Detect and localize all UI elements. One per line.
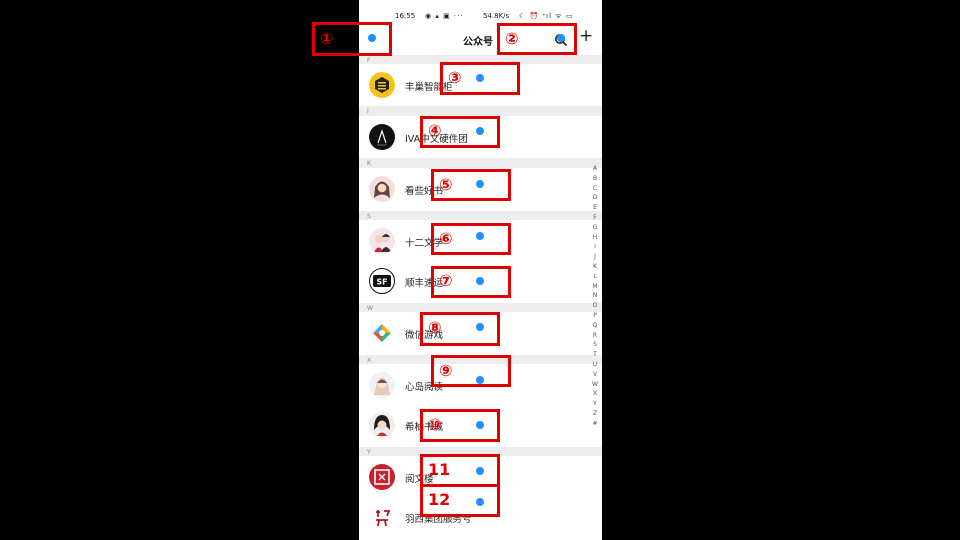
index-letter[interactable]: C: [590, 184, 600, 194]
annotation-label: ①: [320, 29, 334, 48]
account-avatar: [369, 176, 395, 202]
index-letter[interactable]: H: [590, 233, 600, 243]
status-network-speed: 54.8K/s: [483, 12, 510, 20]
index-letter[interactable]: M: [590, 282, 600, 292]
index-letter[interactable]: G: [590, 223, 600, 233]
annotation-label: ⑦: [439, 271, 453, 290]
svg-text:SF: SF: [376, 278, 387, 287]
annotation-label: ⑥: [439, 229, 453, 248]
account-avatar: [369, 372, 395, 398]
index-letter[interactable]: Z: [590, 409, 600, 419]
index-letter[interactable]: #: [590, 419, 600, 429]
index-letter[interactable]: T: [590, 350, 600, 360]
account-avatar: SF: [369, 268, 395, 294]
index-letter[interactable]: A: [590, 164, 600, 174]
index-letter[interactable]: J: [590, 252, 600, 262]
index-letter[interactable]: V: [590, 370, 600, 380]
alphabet-index[interactable]: A B C D E F G H I J K L M N O P Q R S T U V W X Y Z #: [590, 164, 600, 429]
status-bar: 16:55 ◉ ▴ ▣ ··· 54.8K/s ☾ ⏰ ᐩıl ᯤ ▭: [359, 0, 602, 20]
annotation-label: ⑨: [439, 361, 453, 380]
index-letter[interactable]: D: [590, 193, 600, 203]
account-avatar: [369, 124, 395, 150]
index-letter[interactable]: X: [590, 389, 600, 399]
index-letter[interactable]: Y: [590, 399, 600, 409]
annotation-label: ②: [505, 29, 519, 48]
index-letter[interactable]: I: [590, 242, 600, 252]
index-letter[interactable]: W: [590, 380, 600, 390]
account-avatar: [369, 464, 395, 490]
index-letter[interactable]: E: [590, 203, 600, 213]
index-letter[interactable]: Q: [590, 321, 600, 331]
index-letter[interactable]: N: [590, 291, 600, 301]
index-letter[interactable]: K: [590, 262, 600, 272]
annotation-label: ⑤: [439, 175, 453, 194]
index-letter[interactable]: O: [590, 301, 600, 311]
account-avatar: [369, 72, 395, 98]
annotation-label: ③: [448, 68, 462, 87]
account-avatar: [369, 320, 395, 346]
annotation-label: ⑩: [428, 415, 442, 434]
account-avatar: [369, 412, 395, 438]
annotation-label: 12: [428, 490, 451, 509]
annotation-label: ④: [428, 121, 442, 140]
status-time: 16:55: [395, 12, 416, 20]
index-letter[interactable]: U: [590, 360, 600, 370]
index-letter[interactable]: S: [590, 340, 600, 350]
index-letter[interactable]: P: [590, 311, 600, 321]
index-letter[interactable]: L: [590, 272, 600, 282]
index-letter[interactable]: F: [590, 213, 600, 223]
account-avatar: [369, 228, 395, 254]
index-letter[interactable]: B: [590, 174, 600, 184]
page-title: 公众号: [463, 37, 493, 48]
annotation-label: 11: [428, 460, 451, 479]
add-icon[interactable]: +: [579, 28, 593, 45]
account-avatar: [369, 504, 395, 530]
index-letter[interactable]: R: [590, 331, 600, 341]
status-notification-icons: ◉ ▴ ▣ ···: [425, 12, 464, 20]
annotation-label: ⑧: [428, 318, 442, 337]
